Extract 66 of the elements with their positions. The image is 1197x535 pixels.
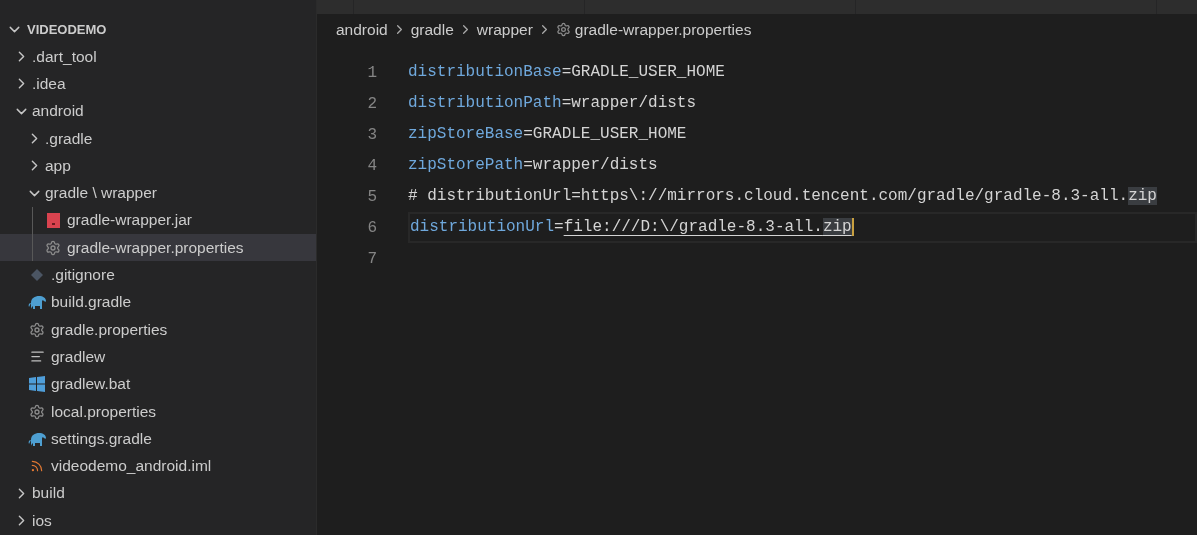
line-number: 7 (366, 249, 377, 268)
file-row[interactable]: local.properties (0, 397, 316, 426)
line-number: 3 (366, 125, 377, 144)
folder-name: build (32, 484, 65, 503)
line-number: 5 (366, 187, 377, 206)
project-title: VIDEODEMO (27, 22, 107, 37)
file-name: settings.gradle (51, 429, 152, 448)
folder-row[interactable]: .dart_tool (0, 43, 316, 71)
file-row[interactable]: gradle-wrapper.jar (0, 206, 316, 235)
folder-name: android (32, 102, 84, 121)
breadcrumb-item[interactable]: wrapper (476, 20, 533, 39)
folder-name: .idea (32, 74, 66, 93)
file-row[interactable]: build.gradle (0, 288, 316, 316)
folder-name: ios (32, 511, 52, 530)
file-row[interactable]: .gitignore (0, 261, 316, 289)
code-line: distributionPath=wrapper/dists (408, 93, 697, 114)
gear-icon (45, 239, 61, 256)
folder-row[interactable]: .gradle (0, 124, 316, 153)
file-name: gradle-wrapper.jar (67, 211, 192, 230)
gear-icon (29, 321, 45, 338)
folder-name: gradle \ wrapper (45, 184, 157, 203)
rss-icon (30, 459, 44, 474)
gear-icon (555, 22, 571, 37)
diamond-icon (31, 269, 43, 281)
file-name: videodemo_android.iml (51, 457, 212, 476)
code-line: zipStoreBase=GRADLE_USER_HOME (408, 124, 687, 145)
line-number: 6 (366, 218, 377, 237)
file-row[interactable]: settings.gradle (0, 425, 316, 453)
folder-name: .dart_tool (32, 47, 97, 66)
windows-icon (29, 376, 45, 393)
elephant-icon (28, 431, 46, 446)
file-name: gradle-wrapper.properties (67, 238, 244, 257)
folder-row[interactable]: android (0, 97, 316, 125)
line-number: 2 (366, 94, 377, 113)
folder-name: .gradle (45, 129, 93, 148)
code-line: distributionUrl=file:///D:\/gradle-8.3-all.zip (410, 217, 854, 238)
breadcrumb-item[interactable]: gradle (410, 20, 454, 39)
folder-row[interactable]: app (0, 152, 316, 180)
file-row[interactable]: gradlew (0, 343, 316, 371)
folder-row[interactable]: build (0, 479, 316, 508)
breadcrumb-item[interactable]: gradle-wrapper.properties (574, 20, 752, 39)
explorer-header[interactable]: VIDEODEMO (0, 16, 316, 43)
file-row[interactable]: gradlew.bat (0, 370, 316, 398)
folder-row[interactable]: .idea (0, 70, 316, 98)
line-number: 1 (366, 63, 377, 82)
text-lines-icon (29, 349, 45, 365)
file-name: gradlew.bat (51, 375, 131, 394)
code-line: distributionBase=GRADLE_USER_HOME (408, 62, 725, 83)
code-line: zipStorePath=wrapper/dists (408, 155, 658, 176)
file-row[interactable]: gradle.properties (0, 315, 316, 344)
line-number: 4 (366, 156, 377, 175)
folder-name: app (45, 156, 71, 175)
file-row[interactable]: videodemo_android.iml (0, 452, 316, 480)
file-name: .gitignore (51, 266, 115, 284)
breadcrumb-item[interactable]: android (336, 20, 388, 39)
file-name: build.gradle (51, 293, 132, 312)
folder-row[interactable]: ios (0, 507, 316, 535)
jar-file-icon (46, 212, 60, 228)
folder-row[interactable]: gradle \ wrapper (0, 179, 316, 207)
file-name: local.properties (51, 402, 157, 421)
file-name: gradlew (51, 347, 106, 366)
file-row[interactable]: gradle-wrapper.properties (0, 234, 316, 262)
code-line: # distributionUrl=https\://mirrors.cloud.tencent.com/gradle/gradle-8.3-all.zip (408, 186, 1157, 207)
elephant-icon (28, 295, 46, 310)
gear-icon (29, 403, 45, 420)
file-name: gradle.properties (51, 320, 168, 339)
